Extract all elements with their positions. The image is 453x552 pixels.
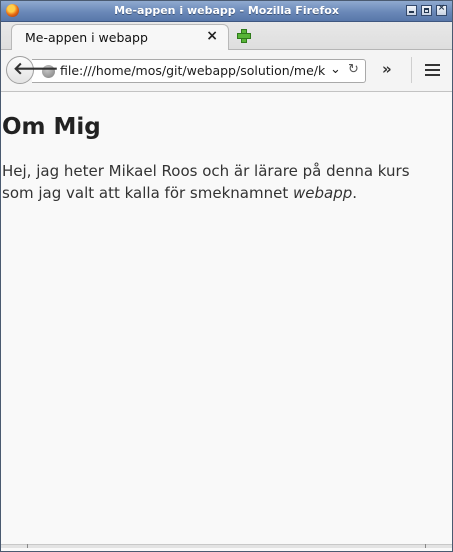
- paragraph-emphasis: webapp: [292, 184, 353, 202]
- status-strip: [1, 544, 452, 548]
- window-title: Me-appen i webapp - Mozilla Firefox: [114, 4, 339, 17]
- intro-paragraph: Hej, jag heter Mikael Roos och är lärare…: [2, 160, 442, 204]
- tab-title: Me-appen i webapp: [25, 30, 148, 45]
- browser-window: Me-appen i webapp - Mozilla Firefox × Me…: [0, 0, 453, 552]
- close-window-button[interactable]: ×: [436, 3, 447, 16]
- maximize-button[interactable]: [421, 5, 432, 16]
- paragraph-end: .: [352, 184, 358, 202]
- hamburger-menu-icon[interactable]: [425, 64, 440, 76]
- reload-icon[interactable]: ↻: [348, 62, 359, 77]
- url-input[interactable]: file:///home/mos/git/webapp/solution/me/…: [60, 63, 328, 78]
- status-divider: [425, 544, 426, 548]
- back-arrow-icon: 🡐: [13, 59, 59, 79]
- close-icon: ×: [437, 3, 446, 13]
- tab-close-icon[interactable]: ×: [206, 28, 218, 44]
- dropdown-icon[interactable]: ⌄: [330, 62, 341, 77]
- toolbar-separator: [411, 57, 412, 83]
- back-button[interactable]: 🡐: [6, 56, 59, 84]
- page-content: Om Mig Hej, jag heter Mikael Roos och är…: [1, 92, 452, 548]
- page-title: Om Mig: [2, 114, 101, 140]
- status-divider: [27, 544, 28, 548]
- tab-bar: Me-appen i webapp ×: [1, 22, 452, 50]
- navigation-bar: file:///home/mos/git/webapp/solution/me/…: [1, 50, 452, 92]
- url-bar[interactable]: file:///home/mos/git/webapp/solution/me/…: [32, 59, 366, 83]
- tab-me-appen[interactable]: Me-appen i webapp ×: [11, 24, 229, 50]
- overflow-icon[interactable]: »: [382, 60, 392, 78]
- minimize-button[interactable]: [406, 5, 417, 16]
- title-bar[interactable]: Me-appen i webapp - Mozilla Firefox ×: [1, 1, 452, 22]
- new-tab-icon[interactable]: [237, 29, 251, 43]
